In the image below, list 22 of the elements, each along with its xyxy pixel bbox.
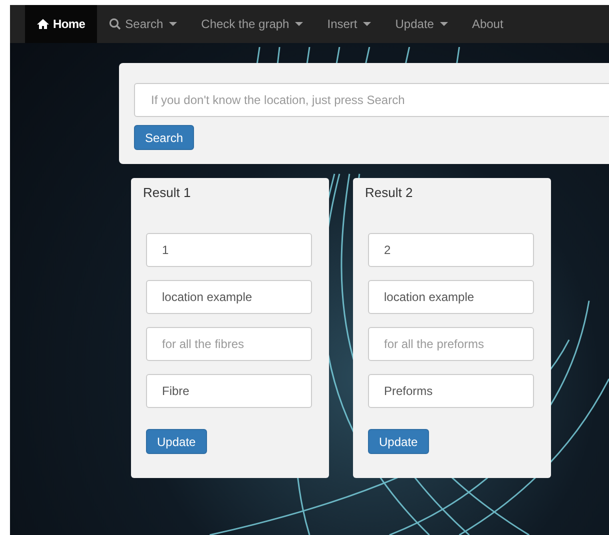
- home-icon: [37, 18, 49, 30]
- nav-item[interactable]: Check the graph: [189, 5, 316, 43]
- search-icon: [109, 18, 122, 30]
- nav-item[interactable]: Update: [383, 5, 460, 43]
- input-field[interactable]: location example: [146, 280, 312, 314]
- input-field[interactable]: Preforms: [368, 374, 534, 408]
- update-button[interactable]: Update: [368, 429, 429, 454]
- update-button[interactable]: Update: [146, 429, 207, 454]
- card-title: Result 2: [365, 185, 414, 200]
- nav-item[interactable]: About: [460, 5, 516, 43]
- input-field[interactable]: for all the preforms: [368, 327, 534, 361]
- input-field[interactable]: 1: [146, 233, 312, 267]
- search-button[interactable]: Search: [134, 125, 194, 150]
- input-field[interactable]: Fibre: [146, 374, 312, 408]
- input-field[interactable]: for all the fibres: [146, 327, 312, 361]
- input-field[interactable]: 2: [368, 233, 534, 267]
- search-field[interactable]: If you don't know the location, just press Search: [134, 83, 609, 117]
- card-title: Result 1: [143, 185, 192, 200]
- nav-item[interactable]: Home: [25, 5, 98, 43]
- nav-item[interactable]: Search: [97, 5, 190, 43]
- input-field[interactable]: location example: [368, 280, 534, 314]
- nav-item[interactable]: Insert: [315, 5, 384, 43]
